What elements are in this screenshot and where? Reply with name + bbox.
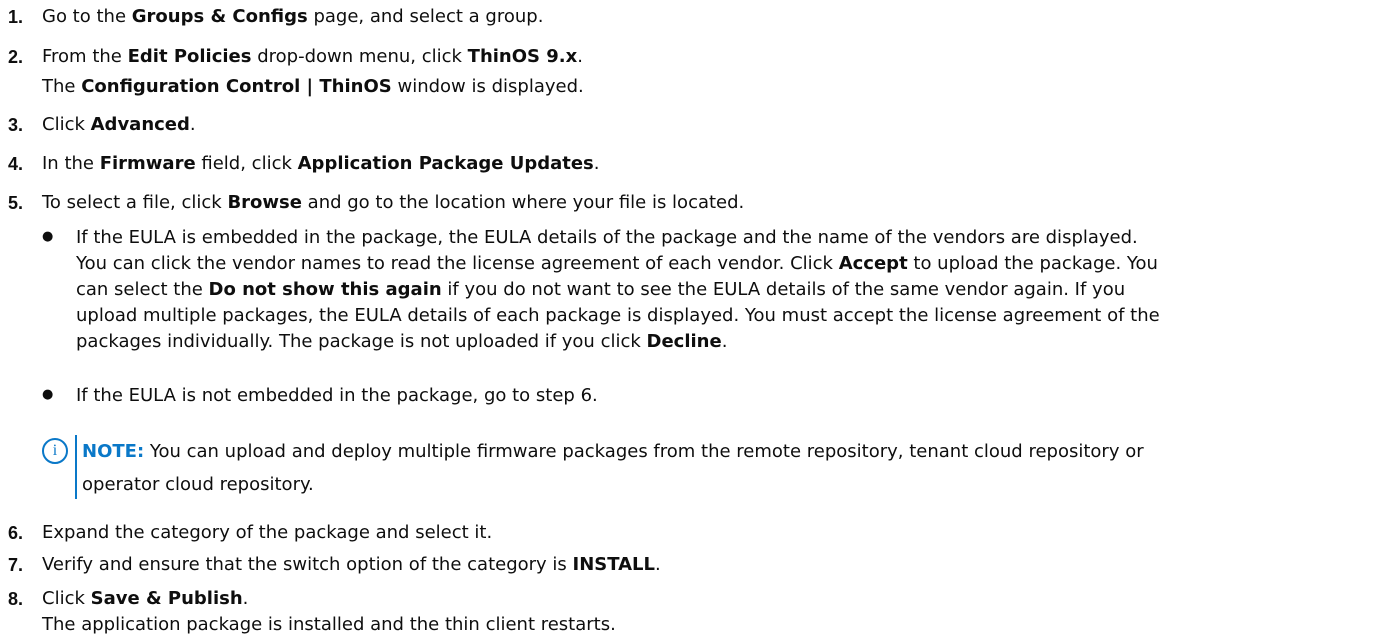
ui-term: Browse [227, 192, 302, 213]
step-result: The application package is installed and… [42, 614, 616, 635]
text-run: and go to the location where your file i… [301, 192, 745, 213]
step-number-value: 8 [8, 589, 19, 609]
text-run: page, and select a group. [307, 6, 544, 27]
note-line: operator cloud repository. [82, 474, 314, 495]
ui-term: ThinOS 9.x [467, 46, 578, 67]
ui-term: Do not show this again [208, 279, 442, 300]
text-run: To select a file, click [42, 192, 228, 213]
text-run: can select the [76, 279, 209, 300]
text-line: can select the Do not show this again if… [76, 277, 1399, 303]
text-run: Click [42, 114, 91, 135]
step-number-value: 4 [8, 154, 19, 174]
note-text: NOTE: You can upload and deploy multiple… [82, 435, 1382, 501]
text-run: field, click [195, 153, 298, 174]
ui-term: Application Package Updates [297, 153, 594, 174]
text-run: Verify and ensure that the switch option… [42, 554, 573, 575]
step-text: Go to the Groups & Configs page, and sel… [42, 5, 543, 29]
text-run: if you do not want to see the EULA detai… [441, 279, 1126, 300]
step-number: 1. [8, 7, 24, 27]
ui-term: Firmware [99, 153, 196, 174]
text-run: . [242, 588, 249, 609]
text-run: The [42, 76, 82, 97]
ui-term: Advanced [90, 114, 190, 135]
note-line: NOTE: You can upload and deploy multiple… [82, 435, 1382, 468]
note-label: NOTE: [82, 441, 145, 462]
bullet-dot: ● [42, 229, 54, 244]
step-number-value: 3 [8, 115, 19, 135]
ui-term: Groups & Configs [131, 6, 308, 27]
ui-term: Save & Publish [90, 588, 243, 609]
text-line: packages individually. The package is no… [76, 329, 1399, 355]
step-text: In the Firmware field, click Application… [42, 152, 600, 176]
step-text: To select a file, click Browse and go to… [42, 191, 744, 215]
text-run: . [593, 153, 600, 174]
text-line: If the EULA is not embedded in the packa… [76, 385, 598, 406]
step-number: 2. [8, 47, 24, 67]
step-number: 5. [8, 193, 24, 213]
text-line: If the EULA is embedded in the package, … [76, 227, 1138, 248]
step-number: 4. [8, 154, 24, 174]
text-line: You can click the vendor names to read t… [76, 251, 1399, 277]
step-number-value: 1 [8, 7, 19, 27]
step-number-value: 5 [8, 193, 19, 213]
text-run: . [189, 114, 196, 135]
text-run: You can upload and deploy multiple firmw… [144, 441, 1144, 462]
bullet-text: If the EULA is embedded in the package, … [76, 225, 1399, 355]
text-run: to upload the package. You [907, 253, 1158, 274]
text-run: . [655, 554, 661, 575]
text-run: packages individually. The package is no… [76, 331, 647, 352]
step-text: Click Save & Publish. [42, 587, 248, 611]
step-number: 7. [8, 555, 24, 575]
text-run: . [577, 46, 583, 67]
text-run: . [721, 331, 728, 352]
text-run: Click [42, 588, 91, 609]
step-number: 3. [8, 115, 24, 135]
text-run: You can click the vendor names to read t… [76, 253, 839, 274]
bullet-text: If the EULA is not embedded in the packa… [76, 383, 1399, 409]
step-text: From the Edit Policies drop-down menu, c… [42, 45, 583, 69]
text-run: Go to the [42, 6, 132, 27]
info-icon: i [42, 438, 68, 464]
step-text: Verify and ensure that the switch option… [42, 553, 661, 577]
step-number-value: 6 [8, 523, 19, 543]
note-divider [75, 435, 77, 499]
text-run: drop-down menu, click [251, 46, 468, 67]
bullet-dot: ● [42, 387, 54, 402]
ui-term: Edit Policies [127, 46, 252, 67]
step-result: The Configuration Control | ThinOS windo… [42, 75, 584, 99]
ui-term: Configuration Control | ThinOS [81, 76, 392, 97]
step-number: 8. [8, 589, 24, 609]
text-run: From the [42, 46, 128, 67]
ui-term: INSTALL [572, 554, 655, 575]
ui-term: Accept [838, 253, 908, 274]
ui-term: Decline [646, 331, 722, 352]
step-number-value: 7 [8, 555, 19, 575]
step-text: Expand the category of the package and s… [42, 522, 493, 543]
note-box: i NOTE: You can upload and deploy multip… [42, 435, 1382, 499]
step-number-value: 2 [8, 47, 19, 67]
text-run: In the [42, 153, 100, 174]
text-run: window is displayed. [391, 76, 584, 97]
step-number: 6. [8, 523, 24, 543]
step-text: Click Advanced. [42, 113, 196, 137]
text-line: upload multiple packages, the EULA detai… [76, 305, 1160, 326]
